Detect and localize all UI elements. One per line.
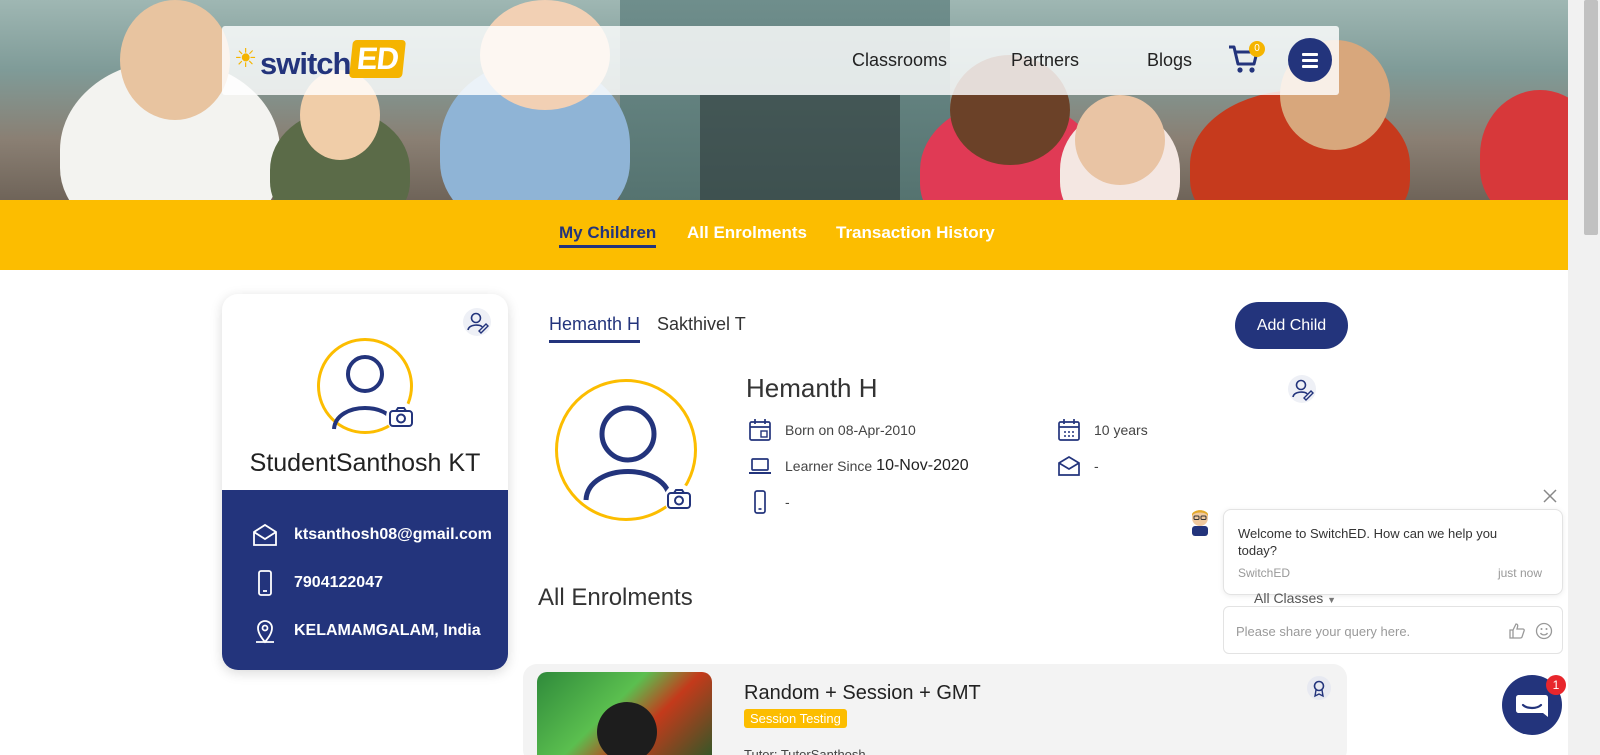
chevron-down-icon: ▼ bbox=[1327, 595, 1337, 605]
chat-message-text: Welcome to SwitchED. How can we help you… bbox=[1238, 526, 1498, 558]
scrollbar-thumb[interactable] bbox=[1584, 0, 1598, 235]
thumbs-up-icon[interactable] bbox=[1507, 621, 1527, 641]
child-email-row: - bbox=[1056, 453, 1099, 479]
profile-email: ktsanthosh08@gmail.com bbox=[294, 526, 492, 543]
location-pin-icon bbox=[256, 620, 274, 644]
enrolment-title[interactable]: Random + Session + GMT bbox=[744, 682, 981, 705]
laptop-icon bbox=[749, 458, 771, 474]
child-phone-row: - bbox=[747, 489, 790, 515]
child-email: - bbox=[1094, 458, 1099, 474]
chat-message-bubble: Welcome to SwitchED. How can we help you… bbox=[1223, 509, 1563, 595]
calendar-icon bbox=[1058, 419, 1080, 441]
edit-profile-icon[interactable] bbox=[463, 308, 491, 336]
camera-icon[interactable] bbox=[386, 402, 416, 432]
child-learner-since-row: Learner Since 10-Nov-2020 bbox=[747, 453, 969, 479]
switched-logo[interactable]: ☀ switch ED bbox=[230, 38, 420, 82]
profile-phone: 7904122047 bbox=[294, 574, 383, 591]
chat-filter-value: All Classes bbox=[1254, 590, 1324, 606]
logo-text: switch bbox=[260, 46, 351, 81]
account-tab-bar: My Children All Enrolments Transaction H… bbox=[0, 200, 1568, 270]
child-learner-since-label: Learner Since bbox=[785, 458, 873, 474]
chat-message-sender: SwitchED bbox=[1238, 566, 1291, 580]
hero-background bbox=[700, 95, 900, 200]
hamburger-menu-button[interactable] bbox=[1288, 38, 1332, 82]
chat-message-time: just now bbox=[1497, 566, 1542, 580]
chat-query-input[interactable] bbox=[1236, 620, 1486, 642]
nav-classrooms[interactable]: Classrooms bbox=[852, 50, 947, 71]
camera-icon[interactable] bbox=[664, 484, 694, 514]
nav-partners[interactable]: Partners bbox=[1011, 50, 1079, 71]
child-born-row: Born on 08-Apr-2010 bbox=[747, 417, 916, 443]
thumbnail-figure bbox=[597, 702, 657, 755]
page-scrollbar[interactable] bbox=[1568, 0, 1600, 755]
enrolment-tutor: Tutor: TutorSanthosh bbox=[744, 747, 866, 755]
enrolment-tag: Session Testing bbox=[744, 709, 847, 728]
profile-location: KELAMAMGALAM, India bbox=[294, 622, 481, 639]
mail-icon bbox=[253, 523, 277, 546]
enrolments-title: All Enrolments bbox=[538, 584, 693, 611]
tab-my-children[interactable]: My Children bbox=[559, 223, 657, 248]
child-phone: - bbox=[785, 494, 790, 510]
child-age: 10 years bbox=[1094, 422, 1148, 438]
chat-bot-avatar-icon bbox=[1192, 510, 1208, 536]
emoji-icon[interactable] bbox=[1534, 621, 1554, 641]
child-tab-hemanth[interactable]: Hemanth H bbox=[549, 314, 641, 343]
profile-email-row: ktsanthosh08@gmail.com bbox=[250, 520, 492, 550]
hero-banner: ☀ switch ED Classrooms Partners Blogs 0 bbox=[0, 0, 1568, 200]
profile-location-row: KELAMAMGALAM, India bbox=[250, 616, 481, 646]
child-tab-sakthivel[interactable]: Sakthivel T bbox=[657, 314, 746, 335]
cart-count-badge: 0 bbox=[1249, 41, 1265, 57]
top-navbar: ☀ switch ED Classrooms Partners Blogs 0 bbox=[222, 26, 1339, 95]
tab-transaction-history[interactable]: Transaction History bbox=[836, 223, 995, 243]
nav-blogs[interactable]: Blogs bbox=[1147, 50, 1192, 71]
chat-unread-badge: 1 bbox=[1546, 675, 1566, 695]
child-learner-since: 10-Nov-2020 bbox=[876, 457, 969, 474]
lightbulb-icon: ☀ bbox=[234, 44, 258, 74]
mail-icon bbox=[1058, 456, 1080, 476]
tab-all-enrolments[interactable]: All Enrolments bbox=[687, 223, 807, 243]
profile-name: StudentSanthosh KT bbox=[249, 449, 481, 477]
mobile-phone-icon bbox=[258, 570, 272, 596]
enrolment-thumbnail bbox=[537, 672, 712, 755]
chat-filter-dropdown[interactable]: All Classes ▼ bbox=[1254, 590, 1336, 606]
mobile-phone-icon bbox=[754, 490, 766, 514]
enrolment-card[interactable]: Random + Session + GMT Session Testing T… bbox=[523, 664, 1347, 755]
close-icon[interactable] bbox=[1541, 487, 1559, 505]
child-age-row: 10 years bbox=[1056, 417, 1148, 443]
profile-card: StudentSanthosh KT ktsanthosh08@gmail.co… bbox=[222, 294, 508, 670]
edit-child-icon[interactable] bbox=[1288, 375, 1316, 403]
add-child-button[interactable]: Add Child bbox=[1235, 302, 1348, 349]
hero-photo-figure bbox=[1075, 95, 1165, 185]
hero-photo-figure bbox=[120, 0, 230, 120]
hero-photo-figure bbox=[1480, 90, 1568, 200]
child-name: Hemanth H bbox=[746, 373, 878, 403]
child-born: Born on 08-Apr-2010 bbox=[785, 422, 916, 438]
profile-phone-row: 7904122047 bbox=[250, 568, 383, 598]
certificate-icon[interactable] bbox=[1307, 676, 1331, 700]
calendar-icon bbox=[749, 419, 771, 441]
chat-input-box bbox=[1223, 606, 1563, 654]
logo-text-ed: ED bbox=[349, 40, 407, 78]
profile-contact-panel: ktsanthosh08@gmail.com 7904122047 KELAMA… bbox=[222, 490, 508, 670]
